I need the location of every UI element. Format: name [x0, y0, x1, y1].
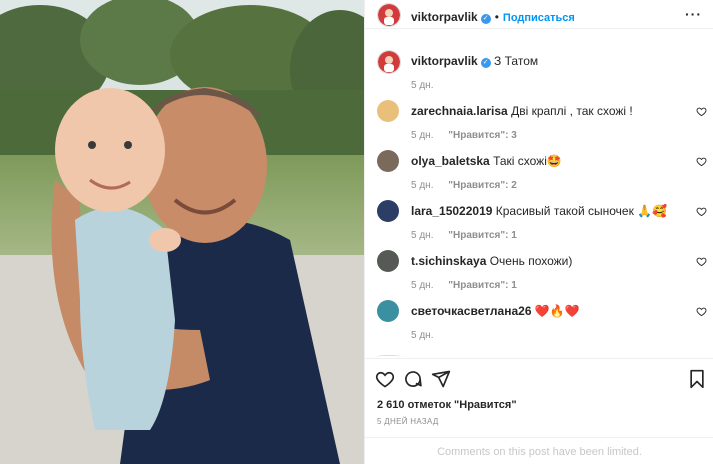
comment-time[interactable]: 5 дн.: [411, 230, 433, 241]
heart-icon[interactable]: [375, 369, 395, 389]
likes-count[interactable]: 2 610 отметок "Нравится": [377, 399, 517, 411]
comment-likes[interactable]: "Нравится": 3: [448, 130, 517, 141]
comment-likes[interactable]: "Нравится": 1: [448, 280, 517, 291]
commenter-avatar[interactable]: [377, 300, 399, 322]
comment-username[interactable]: zarechnaia.larisa: [411, 104, 508, 118]
comment-meta: 5 дн. "Нравится": 1: [411, 230, 529, 241]
comment-body: lara_15022019 Красивый такой сыночек 🙏🥰: [411, 204, 691, 219]
share-icon[interactable]: [431, 369, 451, 389]
comment-text: Такі схожі🤩: [493, 154, 562, 168]
comment-username[interactable]: светочкасветлана26: [411, 304, 532, 318]
commenter-avatar[interactable]: [377, 250, 399, 272]
comment-time[interactable]: 5 дн.: [411, 180, 433, 191]
comment-likes[interactable]: "Нравится": 2: [448, 180, 517, 191]
commenter-avatar[interactable]: [377, 100, 399, 122]
author-username[interactable]: viktorpavlik: [411, 10, 478, 24]
caption-meta: 5 дн.: [411, 80, 445, 91]
post-photo-illustration: [0, 0, 364, 464]
comment-time[interactable]: 5 дн.: [411, 330, 433, 341]
comment-meta: 5 дн. "Нравится": 2: [411, 180, 529, 191]
more-icon[interactable]: ···: [685, 6, 702, 22]
comment-body: t.sichinskaya Очень похожи): [411, 254, 691, 269]
verified-icon: ✓: [480, 58, 491, 68]
comment-meta: 5 дн. "Нравится": 3: [411, 130, 529, 141]
heart-icon[interactable]: [696, 156, 707, 167]
verified-icon: ✓: [480, 14, 491, 24]
heart-icon[interactable]: [696, 106, 707, 117]
comment-text: ❤️🔥❤️: [534, 304, 580, 318]
follow-button[interactable]: Подписаться: [503, 12, 575, 24]
caption-username[interactable]: viktorpavlik: [411, 54, 478, 68]
caption-body: viktorpavlik ✓ З Татом: [411, 54, 691, 69]
bookmark-icon[interactable]: [687, 369, 707, 389]
header-line: viktorpavlik ✓ • Подписаться: [411, 8, 575, 26]
commenter-avatar[interactable]: [377, 150, 399, 172]
comment-meta: 5 дн. "Нравится": 1: [411, 280, 529, 291]
avatar-image: [378, 4, 400, 26]
comment-username[interactable]: olya_baletska: [411, 154, 490, 168]
comment-text: Очень похожи): [489, 254, 573, 268]
comment-text: Красивый такой сыночек 🙏🥰: [495, 204, 668, 218]
post-panel: viktorpavlik ✓ • Подписаться ··· viktorpavl…: [364, 0, 713, 464]
comment-meta: 5 дн.: [411, 330, 445, 341]
heart-icon[interactable]: [696, 306, 707, 317]
comment-body: светочкасветлана26 ❤️🔥❤️: [411, 304, 691, 319]
post-photo[interactable]: [0, 0, 364, 464]
caption-time[interactable]: 5 дн.: [411, 80, 433, 91]
comment-text: Дві краплі , так схожі !: [511, 104, 633, 118]
caption-avatar[interactable]: [377, 50, 401, 74]
heart-icon[interactable]: [696, 256, 707, 267]
comment-body: zarechnaia.larisa Дві краплі , так схожі…: [411, 104, 691, 119]
comment-username[interactable]: lara_15022019: [411, 204, 492, 218]
comment-body: olya_baletska Такі схожі🤩: [411, 154, 691, 169]
heart-icon[interactable]: [696, 206, 707, 217]
commenter-avatar[interactable]: [377, 200, 399, 222]
post-date[interactable]: 5 ДНЕЙ НАЗАД: [377, 417, 439, 426]
comments-list[interactable]: viktorpavlik ✓ З Татом 5 дн. zarechnaia.l…: [365, 42, 713, 358]
author-avatar[interactable]: [377, 3, 401, 27]
caption-text: З Татом: [494, 54, 539, 68]
post-actions: 2 610 отметок "Нравится" 5 ДНЕЙ НАЗАД Co…: [365, 358, 713, 464]
comments-limited-notice: Comments on this post have been limited.: [365, 437, 713, 464]
post-header: viktorpavlik ✓ • Подписаться ···: [365, 0, 713, 29]
separator-dot: •: [494, 10, 499, 24]
comment-icon[interactable]: [403, 369, 423, 389]
comment-time[interactable]: 5 дн.: [411, 280, 433, 291]
comment-likes[interactable]: "Нравится": 1: [448, 230, 517, 241]
comment-time[interactable]: 5 дн.: [411, 130, 433, 141]
comment-username[interactable]: t.sichinskaya: [411, 254, 486, 268]
caption-avatar-image: [378, 51, 400, 73]
